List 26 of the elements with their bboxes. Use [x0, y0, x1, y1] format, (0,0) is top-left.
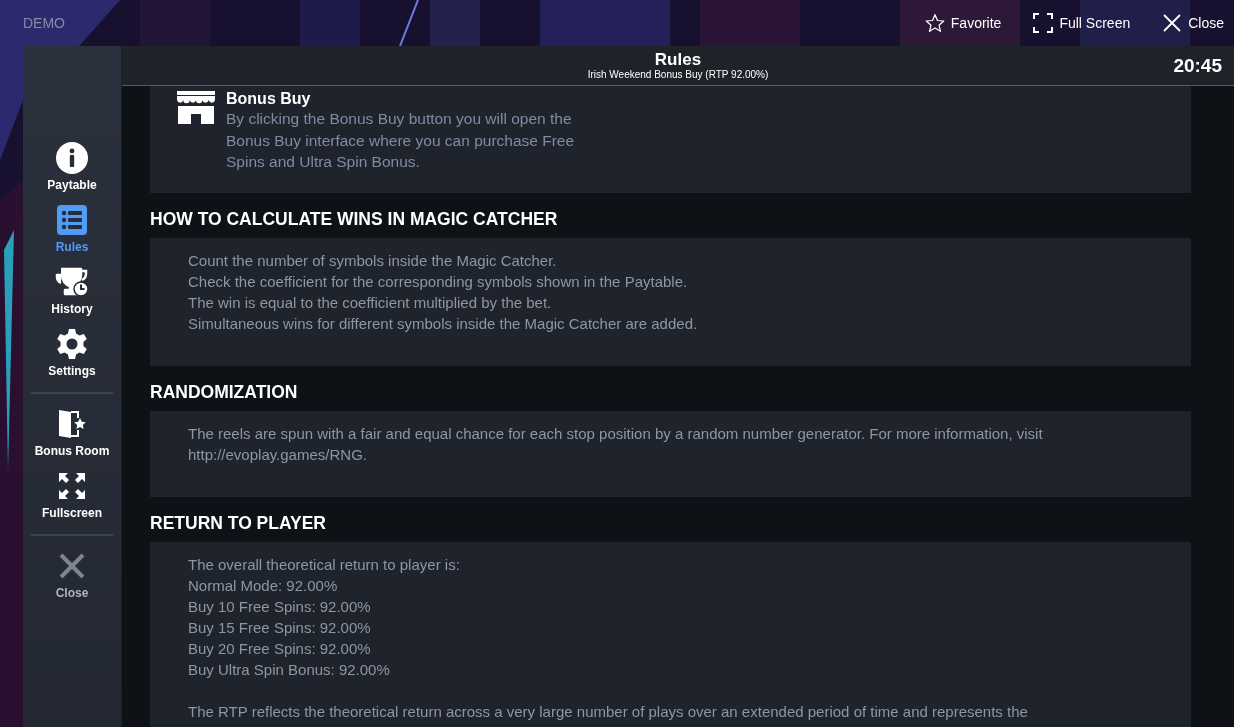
shop-icon — [176, 90, 216, 124]
trophy-icon — [55, 267, 89, 297]
list-icon — [57, 205, 87, 235]
info-icon — [56, 142, 88, 174]
section-heading: RANDOMIZATION — [150, 380, 299, 404]
clock-time: 20:45 — [1173, 55, 1222, 77]
section-heading: HOW TO CALCULATE WINS IN MAGIC CATCHER — [150, 207, 559, 231]
panel-title: Rules — [654, 50, 702, 69]
sidebar-item[interactable]: Settings — [27, 328, 117, 378]
feature-title: Bonus Buy — [226, 90, 312, 108]
sidebar-item[interactable]: Paytable — [27, 142, 117, 192]
sidebar-item[interactable]: History — [27, 266, 117, 316]
rules-paragraph: By clicking the Bonus Buy button you will open the Bonus Buy interface where you can purchase Free Spins and Ultra Spin Bonus. — [226, 109, 576, 172]
close-icon — [58, 552, 86, 580]
rules-paragraph: The reels are spun with a fair and equal chance for each stop position by a random number generator. For more information, visit http://evoplay.games/RNG. — [188, 423, 1044, 465]
rules-paragraph: The overall theoretical return to player is: Normal Mode: 92.00% Buy 10 Free Spins: 92.00% Buy 15 Free Spins: 92.00% Buy 20 Free Spins: 92.00% Buy Ultra Spin Bonus: 92.00% — [188, 554, 461, 680]
rules-paragraph: The RTP reflects the theoretical return across a very large number of plays over an extended period of time and represents the — [188, 701, 1029, 722]
sidebar-item[interactable]: Bonus Room — [27, 408, 117, 458]
sidebar-item[interactable]: Fullscreen — [27, 470, 117, 520]
settings-icon — [56, 328, 88, 360]
door-icon — [56, 408, 88, 440]
game-subtitle: Irish Weekend Bonus Buy (RTP 92.00%) — [587, 68, 769, 81]
sidebar-item[interactable]: Rules — [27, 204, 117, 254]
rules-paragraph: Count the number of symbols inside the Magic Catcher. Check the coefficient for the corresponding symbols shown in the Paytable. The win is equal to the coefficient multiplied by the bet. Simultaneous wins for different symbols inside the Magic Catcher are added. — [188, 250, 699, 334]
expand-icon — [58, 472, 86, 500]
section-heading: RETURN TO PLAYER — [150, 511, 327, 535]
